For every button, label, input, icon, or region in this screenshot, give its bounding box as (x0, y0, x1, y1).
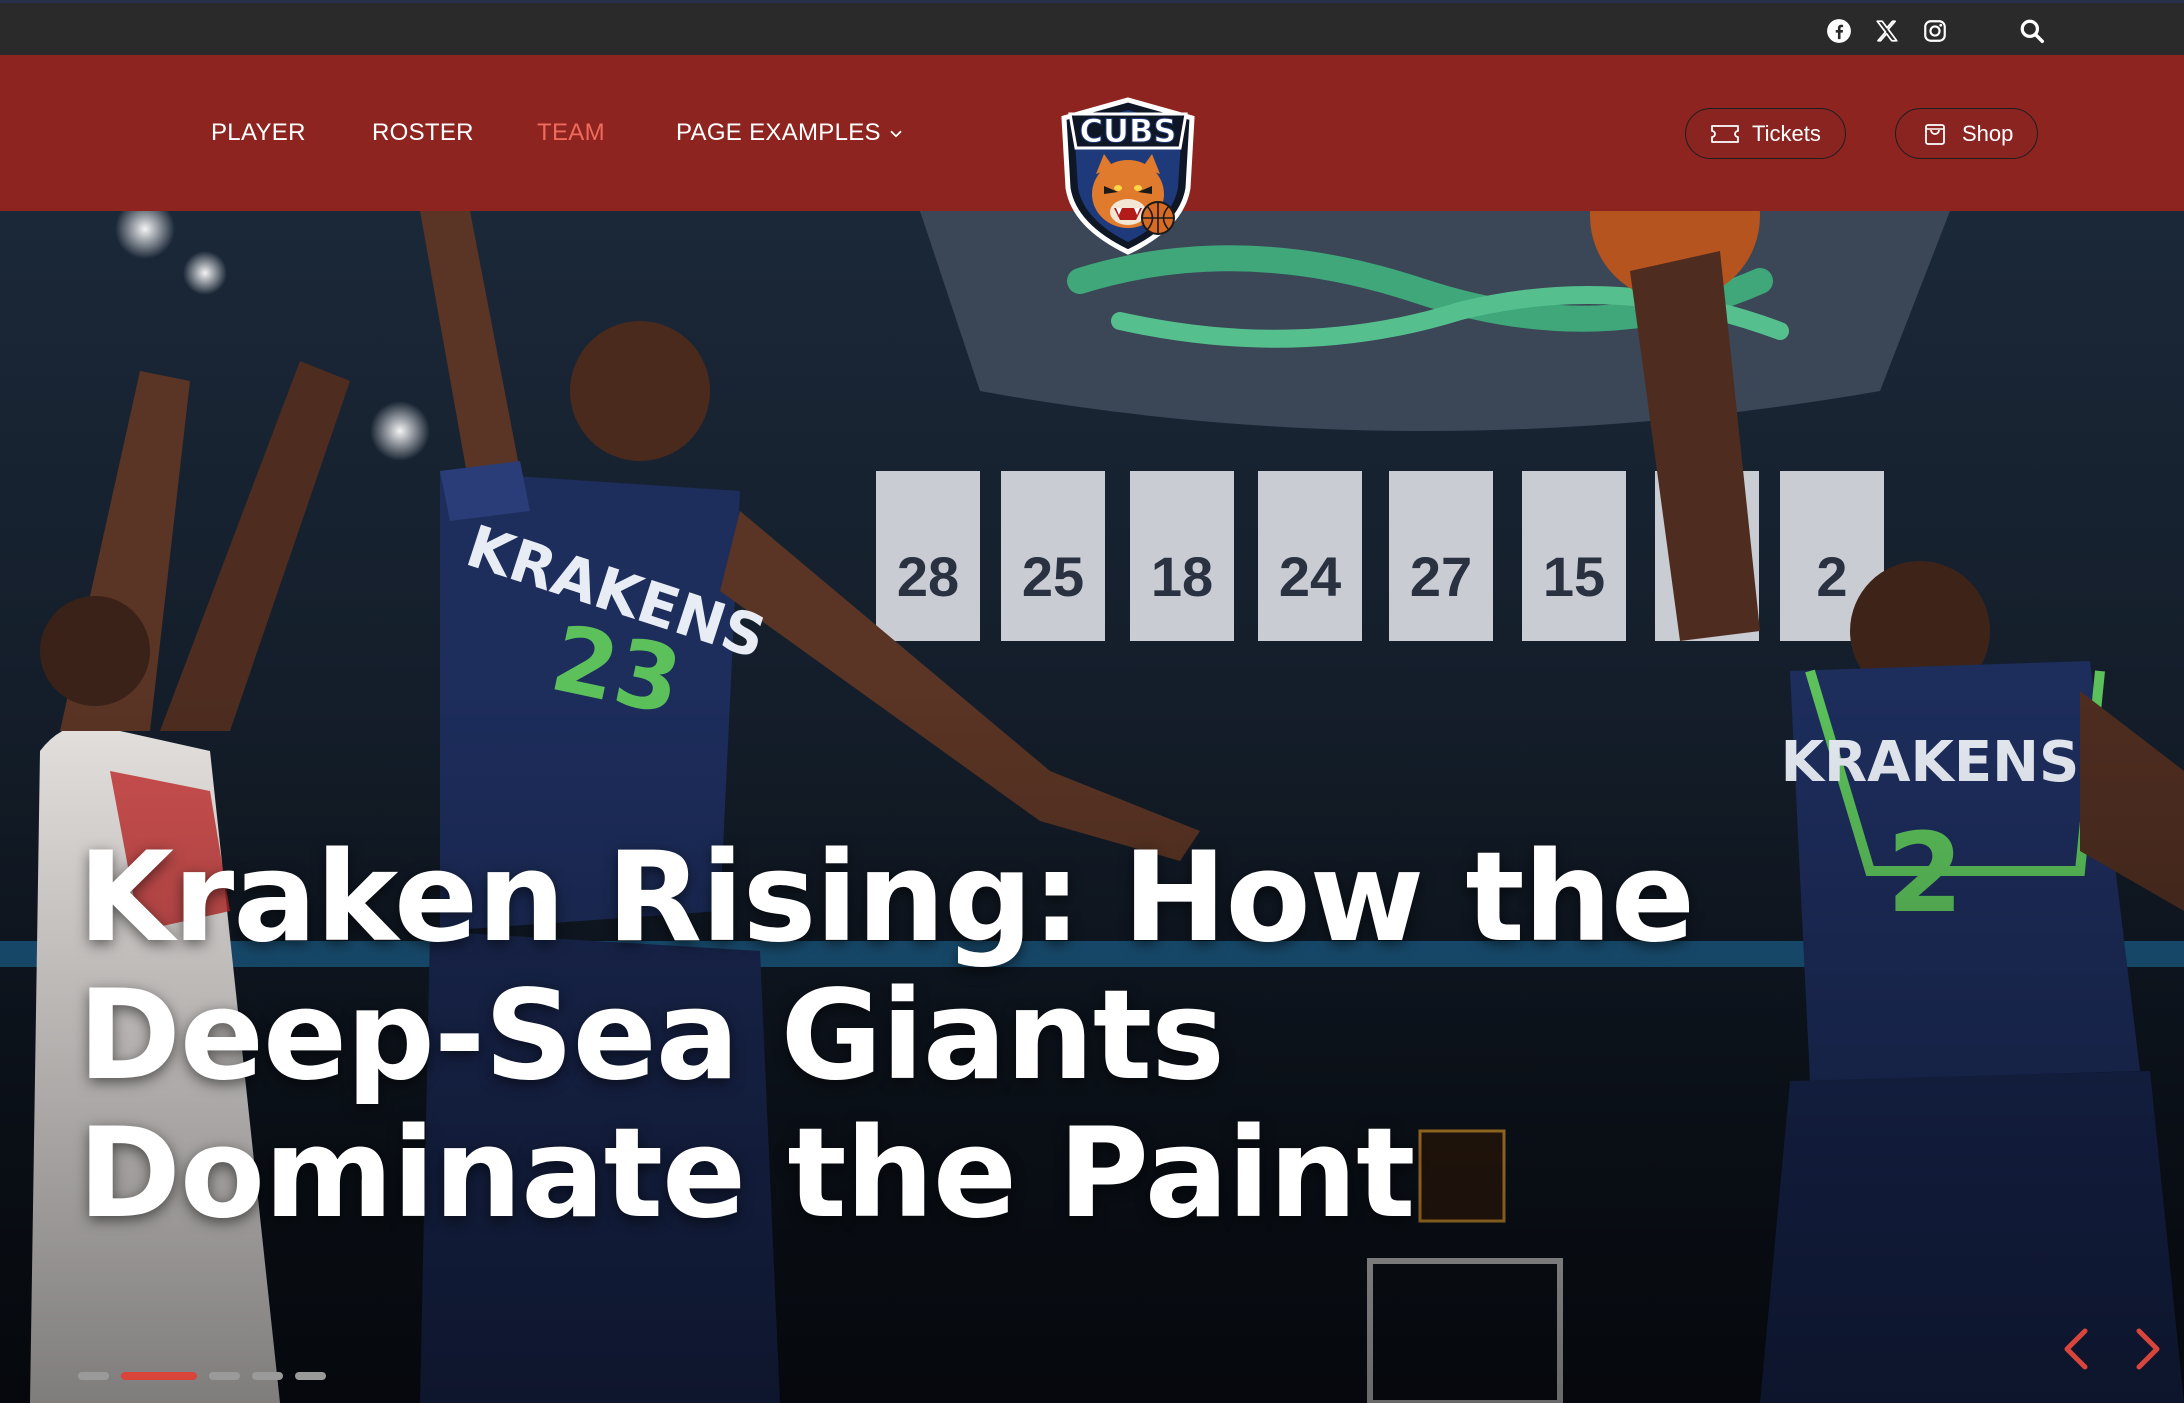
chevron-right-icon (2136, 1328, 2160, 1370)
chevron-left-icon (2064, 1328, 2088, 1370)
nav-link-team[interactable]: TEAM (537, 119, 605, 147)
hero-headline[interactable]: Kraken Rising: How the Deep-Sea Giants D… (78, 829, 1798, 1243)
search-icon[interactable] (2018, 17, 2046, 45)
carousel-dot-1[interactable] (78, 1372, 109, 1380)
top-utility-bar (0, 0, 2184, 55)
tickets-button[interactable]: Tickets (1685, 108, 1846, 159)
shopping-bag-icon (1925, 123, 1945, 145)
hero-carousel: 28 25 18 24 27 15 12 2 KRAKENS 23 KR (0, 211, 2184, 1403)
nav-link-page-examples[interactable]: PAGE EXAMPLES (676, 119, 905, 147)
team-logo[interactable]: CUBS (1052, 96, 1204, 256)
carousel-dot-2[interactable] (121, 1372, 197, 1380)
nav-link-player[interactable]: PLAYER (211, 119, 306, 147)
instagram-icon[interactable] (1921, 17, 1949, 45)
carousel-next-button[interactable] (2125, 1323, 2169, 1375)
chevron-down-icon (890, 130, 902, 137)
tickets-button-label: Tickets (1752, 120, 1821, 146)
carousel-dot-5[interactable] (295, 1372, 326, 1380)
logo-text: CUBS (1080, 112, 1177, 150)
shop-button[interactable]: Shop (1895, 108, 2039, 159)
carousel-dot-3[interactable] (209, 1372, 240, 1380)
carousel-dot-4[interactable] (252, 1372, 283, 1380)
ticket-icon (1711, 124, 1739, 143)
facebook-icon[interactable] (1825, 17, 1853, 45)
nav-link-roster[interactable]: ROSTER (372, 119, 474, 147)
carousel-indicators (78, 1372, 326, 1380)
nav-link-page-examples-label: PAGE EXAMPLES (676, 119, 881, 146)
shop-button-label: Shop (1962, 120, 2014, 146)
x-twitter-icon[interactable] (1873, 17, 1901, 45)
carousel-prev-button[interactable] (2055, 1323, 2099, 1375)
